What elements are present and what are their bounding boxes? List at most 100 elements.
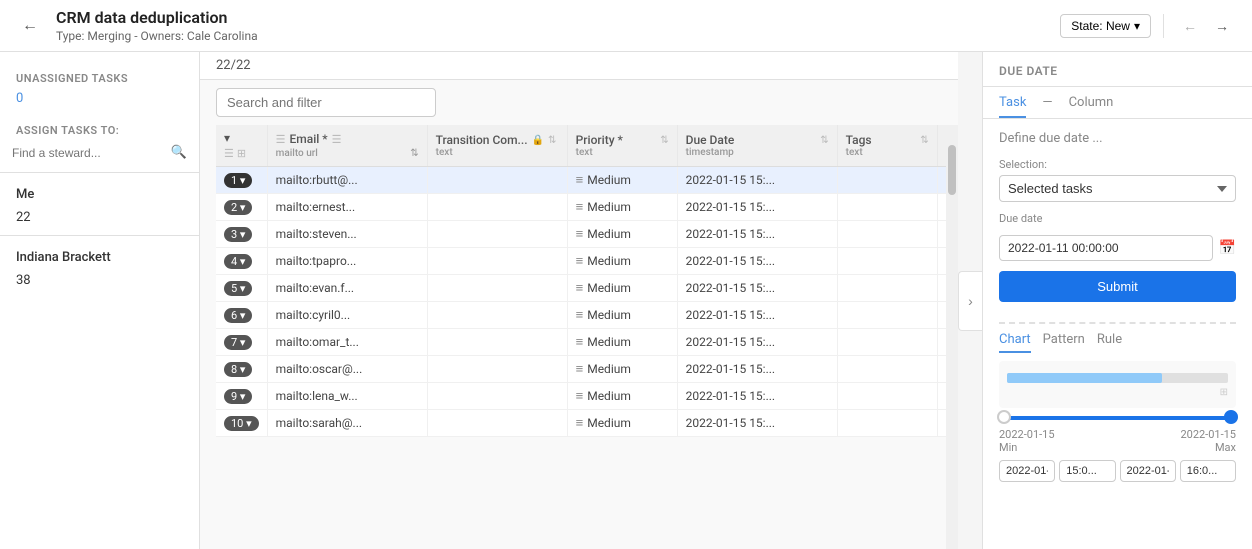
tags-col-label: Tags	[846, 133, 872, 147]
row-email: mailto:evan.f...	[267, 275, 427, 302]
col-menu-icon[interactable]: ☰	[224, 147, 234, 160]
table-scrollbar[interactable]	[946, 125, 958, 549]
nav-next-button[interactable]: →	[1208, 12, 1236, 40]
row-priority: ≡Medium	[567, 221, 677, 248]
unassigned-count[interactable]: 0	[0, 89, 199, 108]
table-wrapper: ▾ ☰ ⊞	[200, 125, 958, 549]
row-tags	[837, 302, 937, 329]
range-thumb-right[interactable]	[1224, 410, 1238, 424]
row-badge[interactable]: 1 ▾	[224, 173, 252, 188]
range-time-max-input[interactable]	[1180, 460, 1236, 482]
table-row[interactable]: 1 ▾ mailto:rbutt@... ≡Medium 2022-01-15 …	[216, 167, 946, 194]
col-grid-icon[interactable]: ⊞	[237, 147, 246, 160]
chart-bar-1	[1007, 373, 1228, 383]
row-badge[interactable]: 7 ▾	[224, 335, 252, 350]
find-steward-input[interactable]	[12, 146, 171, 160]
table-row[interactable]: 5 ▾ mailto:evan.f... ≡Medium 2022-01-15 …	[216, 275, 946, 302]
range-date-min-input[interactable]	[999, 460, 1055, 482]
sidebar: UNASSIGNED TASKS 0 ASSIGN TASKS TO: 🔍 Me…	[0, 52, 200, 549]
range-date-max-input[interactable]	[1120, 460, 1176, 482]
search-icon[interactable]: 🔍	[171, 145, 187, 160]
row-badge[interactable]: 10 ▾	[224, 416, 259, 431]
email-filter-icon[interactable]: ☰	[332, 133, 342, 146]
email-sort-icon[interactable]: ⇅	[410, 148, 418, 159]
unassigned-section: UNASSIGNED TASKS	[0, 64, 199, 89]
tab-column[interactable]: Column	[1069, 95, 1114, 118]
panel-collapse-button[interactable]: ›	[958, 271, 982, 331]
row-duedate: 2022-01-15 15:...	[677, 329, 837, 356]
row-score	[937, 248, 946, 275]
header-title-block: CRM data deduplication Type: Merging - O…	[56, 8, 1048, 43]
range-time-min-input[interactable]	[1059, 460, 1115, 482]
row-duedate: 2022-01-15 15:...	[677, 221, 837, 248]
app-header: ← CRM data deduplication Type: Merging -…	[0, 0, 1252, 52]
table-row[interactable]: 10 ▾ mailto:sarah@... ≡Medium 2022-01-15…	[216, 410, 946, 437]
tags-sort-icon[interactable]: ⇅	[920, 135, 928, 146]
range-thumb-left[interactable]	[997, 410, 1011, 424]
range-slider[interactable]: 2022-01-15 2022-01-15 Min Max	[999, 416, 1236, 482]
row-num-cell: 8 ▾	[216, 356, 267, 383]
row-badge[interactable]: 2 ▾	[224, 200, 252, 215]
table-row[interactable]: 9 ▾ mailto:lena_w... ≡Medium 2022-01-15 …	[216, 383, 946, 410]
row-transition	[427, 221, 567, 248]
table-row[interactable]: 3 ▾ mailto:steven... ≡Medium 2022-01-15 …	[216, 221, 946, 248]
task-table-container[interactable]: ▾ ☰ ⊞	[216, 125, 946, 549]
duedate-col-type: timestamp	[686, 147, 829, 158]
row-priority: ≡Medium	[567, 302, 677, 329]
submit-button[interactable]: Submit	[999, 271, 1236, 302]
col-priority-header: Priority * ⇅ text	[567, 125, 677, 167]
find-steward-search[interactable]: 🔍	[0, 141, 199, 164]
sidebar-me: Me	[0, 181, 199, 208]
table-row[interactable]: 6 ▾ mailto:cyril0... ≡Medium 2022-01-15 …	[216, 302, 946, 329]
email-col-type: mailto url	[276, 148, 318, 159]
col-email-header: ☰ Email * ☰ mailto url ⇅	[267, 125, 427, 167]
chart-tab-pattern[interactable]: Pattern	[1043, 332, 1085, 353]
back-button[interactable]: ←	[16, 12, 44, 40]
table-row[interactable]: 7 ▾ mailto:omar_t... ≡Medium 2022-01-15 …	[216, 329, 946, 356]
transition-sort-icon[interactable]: ⇅	[548, 135, 556, 146]
duedate-sort-icon[interactable]: ⇅	[820, 135, 828, 146]
row-badge[interactable]: 3 ▾	[224, 227, 252, 242]
row-score	[937, 329, 946, 356]
selection-dropdown[interactable]: Selected tasks All tasks Current task	[999, 175, 1236, 202]
priority-sort-icon[interactable]: ⇅	[660, 135, 668, 146]
row-email: mailto:steven...	[267, 221, 427, 248]
transition-col-type: text	[436, 147, 559, 158]
row-badge[interactable]: 5 ▾	[224, 281, 252, 296]
table-row[interactable]: 2 ▾ mailto:ernest... ≡Medium 2022-01-15 …	[216, 194, 946, 221]
row-badge[interactable]: 6 ▾	[224, 308, 252, 323]
state-button[interactable]: State: New ▾	[1060, 14, 1151, 38]
header-divider	[1163, 14, 1164, 38]
col-duedate-header: Due Date ⇅ timestamp	[677, 125, 837, 167]
tab-task[interactable]: Task	[999, 95, 1026, 118]
row-num-cell: 1 ▾	[216, 167, 267, 194]
row-email: mailto:omar_t...	[267, 329, 427, 356]
row-priority: ≡Medium	[567, 194, 677, 221]
row-badge[interactable]: 8 ▾	[224, 362, 252, 377]
chart-tab-rule[interactable]: Rule	[1097, 332, 1122, 353]
expand-all-icon[interactable]: ▾	[224, 131, 230, 145]
range-min-label: 2022-01-15	[999, 428, 1055, 441]
chart-tab-chart[interactable]: Chart	[999, 332, 1031, 353]
table-row[interactable]: 4 ▾ mailto:tpapro... ≡Medium 2022-01-15 …	[216, 248, 946, 275]
row-duedate: 2022-01-15 15:...	[677, 248, 837, 275]
row-tags	[837, 410, 937, 437]
row-badge[interactable]: 9 ▾	[224, 389, 252, 404]
due-date-input[interactable]	[999, 235, 1213, 261]
row-badge[interactable]: 4 ▾	[224, 254, 252, 269]
chart-grid-icon-row: ⊞	[1007, 387, 1228, 398]
search-input[interactable]	[216, 88, 436, 117]
col-tags-header: Tags ⇅ text	[837, 125, 937, 167]
task-table: ▾ ☰ ⊞	[216, 125, 946, 437]
col-score-header: Score decimal	[937, 125, 946, 167]
table-row[interactable]: 8 ▾ mailto:oscar@... ≡Medium 2022-01-15 …	[216, 356, 946, 383]
nav-prev-button[interactable]: ←	[1176, 12, 1204, 40]
col-menu-icon[interactable]: ☰	[276, 133, 286, 146]
chart-bar-fill-1	[1007, 373, 1162, 383]
due-date-row: Due date	[999, 212, 1236, 225]
row-tags	[837, 194, 937, 221]
row-duedate: 2022-01-15 15:...	[677, 410, 837, 437]
calendar-icon[interactable]: 📅	[1219, 240, 1236, 256]
nav-prev-icon: ←	[1183, 18, 1197, 34]
tab-dash: —	[1042, 95, 1052, 118]
